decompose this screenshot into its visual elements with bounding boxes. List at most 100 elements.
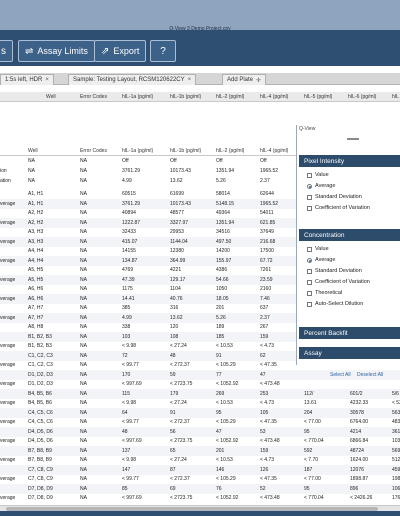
close-icon[interactable]: × (45, 77, 49, 83)
assay-limits-button[interactable]: ⇌ Assay Limits (18, 40, 95, 62)
deselect-all-link[interactable]: Deselect All (357, 372, 383, 378)
table-cell: NA (80, 314, 87, 321)
table-cell: NA (28, 158, 35, 164)
col-header[interactable]: hIL-1a (pg/ml) (122, 148, 153, 154)
option-label: Value (315, 246, 329, 252)
table-cell: 72 (122, 352, 128, 359)
settings-button[interactable]: s (0, 40, 13, 62)
checkbox[interactable] (307, 268, 312, 274)
table-row[interactable]: verage C4, C5, C6 NA < 99.77 < 272.37 < 105.2… (0, 417, 400, 427)
option-conc_options[interactable]: Standard Deviation (307, 268, 362, 274)
col-header[interactable]: hIL-6 (pg/ml) (348, 94, 376, 100)
table-row[interactable]: verage D7, D8, D9 NA < 997.69 < 2723.75 < 105… (0, 493, 400, 503)
table-cell: 48 (122, 428, 128, 435)
settings-icon: s (1, 45, 6, 57)
help-button[interactable]: ? (150, 40, 176, 62)
option-label: Coefficient of Variation (315, 205, 370, 211)
drag-handle[interactable] (347, 138, 359, 140)
section-assay[interactable]: Assay (299, 347, 400, 359)
table-cell: 364.99 (170, 257, 186, 264)
col-header[interactable]: hIL-1b (pg/ml) (170, 148, 201, 154)
table-row[interactable]: C7, C8, C9 NA 147 87 146 126 187 12076 459 (0, 464, 400, 475)
table-cell: 7.46 (260, 295, 270, 302)
table-row[interactable]: verage C7, C8, C9 NA < 99.77 < 272.37 < 105.2… (0, 474, 400, 484)
option-label: Coefficient of Variation (315, 279, 370, 285)
section-pixel-intensity[interactable]: Pixel Intensity (299, 155, 400, 167)
table-cell: NA (80, 267, 87, 273)
col-header[interactable]: hIL-2 (pg/ml) (216, 148, 244, 154)
col-header[interactable]: hIL-1b (pg/ml) (170, 94, 201, 100)
col-header[interactable]: Well (28, 148, 38, 154)
export-button[interactable]: ⇗ Export (94, 40, 147, 62)
table-cell: < 770.04 (304, 438, 324, 444)
table-cell: NA (80, 409, 87, 416)
checkbox[interactable] (307, 246, 312, 252)
checkbox[interactable] (307, 279, 312, 285)
table-cell: 48 (170, 352, 176, 359)
select-all-link[interactable]: Select All (330, 372, 351, 378)
table-cell: NA (80, 495, 87, 501)
checkbox[interactable] (307, 172, 312, 178)
table-cell: 14155 (122, 248, 136, 254)
table-row[interactable]: B4, B5, B6 NA 115 179 269 253 112/601/2 5/6 (0, 388, 400, 399)
checkbox[interactable] (307, 290, 312, 296)
radio-button[interactable] (307, 257, 312, 263)
table-cell: NA (80, 362, 87, 368)
table-cell: 7261 (260, 267, 272, 273)
col-header[interactable]: Error Codes (80, 94, 107, 100)
tab-sample[interactable]: Sample: Testing Layout, RCSM120622CY × (68, 74, 197, 85)
table-row[interactable]: D7, D8, D9 NA 85 69 76 52 95 896 106 (0, 483, 400, 494)
section-concentration[interactable]: Concentration (299, 229, 400, 241)
tab-bar: 1:5s left, HDR × Sample: Testing Layout,… (0, 73, 400, 85)
table-row[interactable]: verage D1, D2, D3 NA < 997.69 < 2723.75 < 105… (0, 379, 400, 389)
table-cell: 134.87 (122, 257, 138, 264)
option-pixel_options[interactable]: Average (307, 183, 335, 189)
option-conc_options[interactable]: Coefficient of Variation (307, 279, 370, 285)
option-conc_options[interactable]: Value (307, 246, 329, 252)
table-cell: NA (80, 229, 87, 235)
col-header[interactable]: hIL-1a (pg/ml) (122, 94, 153, 100)
table-cell: 34516 (216, 229, 230, 235)
table-cell: 187 (304, 466, 313, 473)
option-pixel_options[interactable]: Value (307, 172, 329, 178)
table-cell: B1, B2, B3 (28, 333, 52, 340)
checkbox[interactable] (307, 205, 312, 211)
table-cell: NA (80, 200, 87, 207)
option-conc_options[interactable]: Auto-Select Dilution (307, 301, 363, 307)
assay-limits-label: Assay Limits (37, 46, 88, 56)
col-header[interactable]: hIL-4 (pg/ml) (260, 94, 288, 100)
col-header[interactable]: hIL-5 (pg/ml) (304, 94, 332, 100)
table-cell: < 770.04 (304, 495, 324, 501)
tab-plate[interactable]: 1:5s left, HDR × (0, 74, 54, 85)
col-header[interactable]: hIL (392, 94, 399, 100)
option-pixel_options[interactable]: Standard Deviation (307, 194, 362, 200)
table-row[interactable]: verage B7, B8, B9 NA < 9.98 < 27.24 < 10.53 < … (0, 455, 400, 465)
tab-add-plate[interactable]: Add Plate ✛ (222, 74, 267, 85)
close-icon[interactable]: × (188, 77, 192, 83)
col-header[interactable]: Well (46, 94, 56, 100)
option-pixel_options[interactable]: Coefficient of Variation (307, 205, 370, 211)
option-conc_options[interactable]: Theoretical (307, 290, 342, 296)
table-cell: Off (216, 158, 223, 164)
table-row[interactable]: verage D4, D5, D6 NA < 997.69 < 2723.75 < 105… (0, 436, 400, 446)
table-cell: < 7.70 (304, 457, 319, 463)
table-cell: 60515 (122, 191, 136, 197)
table-cell: < 473.48 (260, 438, 280, 444)
checkbox[interactable] (307, 194, 312, 200)
col-header[interactable]: Error Codes (80, 148, 107, 154)
table-row[interactable]: D4, D5, D6 NA 48 56 47 53 95 4214 361 (0, 426, 400, 437)
section-percent-backfit[interactable]: Percent Backfit (299, 327, 400, 339)
table-cell: verage (0, 381, 16, 387)
col-header[interactable]: hIL-4 (pg/ml) (260, 148, 288, 154)
radio-button[interactable] (307, 183, 312, 189)
table-cell: NA (80, 476, 87, 482)
table-cell: 385 (122, 305, 131, 311)
table-cell: 48724 (350, 447, 364, 454)
table-row[interactable]: B7, B8, B9 NA 137 65 201 159 592 48724 569 (0, 445, 400, 456)
checkbox[interactable] (307, 301, 312, 307)
table-cell: 1104 (170, 286, 181, 292)
table-row[interactable]: verage B4, B5, B6 NA < 9.98 < 27.24 < 10.53 < … (0, 398, 400, 408)
table-row[interactable]: C4, C5, C6 NA 64 91 95 105 204 30578 563 (0, 407, 400, 418)
col-header[interactable]: hIL-2 (pg/ml) (216, 94, 244, 100)
option-conc_options[interactable]: Average (307, 257, 335, 263)
